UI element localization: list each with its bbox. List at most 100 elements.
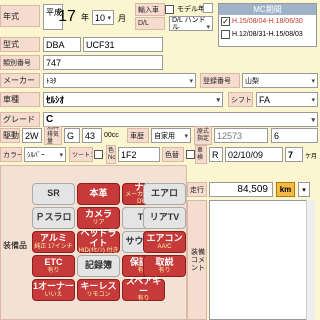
equipment-toggle-18[interactable]: キーレス リモコン xyxy=(77,279,120,301)
shift-label: シフト xyxy=(228,92,253,107)
model-year-label: モデル年 xyxy=(177,6,205,13)
equipment-toggle-14[interactable]: 記録簿 xyxy=(77,255,120,277)
mc-checkbox-1[interactable]: ✓ xyxy=(221,17,230,26)
equipment-toggle-5[interactable]: Ｐスラロ xyxy=(32,207,75,229)
frame-input[interactable]: 12573 xyxy=(214,128,268,143)
equipment-toggle-13[interactable]: ETC 有り xyxy=(32,255,75,277)
equipment-toggle-8[interactable]: リアTV xyxy=(143,207,186,229)
car-name-label: 車種 xyxy=(0,92,40,107)
frame-label: 原式 指定 xyxy=(194,126,212,145)
equipment-toggle-sub: HID(ｷｾﾉﾝ) 付き xyxy=(78,248,119,255)
color-no-input[interactable]: 1F2 xyxy=(118,147,160,162)
equipment-toggle-label: ヘッドライト xyxy=(80,228,117,248)
equipment-toggle-sub: 有り xyxy=(137,296,150,303)
year-value[interactable]: 17 xyxy=(56,6,78,28)
displacement-input[interactable]: 43 xyxy=(82,128,102,143)
equipment-toggle-sub: リア xyxy=(92,219,105,226)
month-unit: 月 xyxy=(118,14,126,23)
equipment-toggle-10[interactable]: ヘッドライト HID(ｷｾﾉﾝ) 付き xyxy=(77,228,120,255)
drive-label: 駆動 xyxy=(0,128,20,143)
drive-select[interactable]: D/L ハンドル xyxy=(169,16,213,31)
class-number-input[interactable]: 747 xyxy=(43,55,163,70)
usage-label: 車歴 xyxy=(127,128,149,143)
period-unit: ケ月 xyxy=(305,154,318,160)
mileage-input[interactable]: 84,509 xyxy=(209,182,273,197)
equipment-toggle-label: アルミ xyxy=(40,233,67,244)
fuel-displacement-label: 燃料 排気量 xyxy=(44,126,62,145)
color-change-checkbox[interactable] xyxy=(186,150,195,159)
maker-select[interactable]: ﾄﾖﾀ xyxy=(43,73,196,88)
equipment-comment-label: 装備 コメント xyxy=(187,200,207,320)
equipment-toggle-sub: リモコン xyxy=(86,291,111,298)
color-no-label: 色 No xyxy=(106,145,116,164)
month-select[interactable]: 10 xyxy=(92,10,114,25)
year-unit: 年 xyxy=(81,13,89,22)
two-tone-label: ツートン xyxy=(69,147,93,162)
mc-checkbox-2[interactable] xyxy=(221,30,230,39)
maker-label: メーカー xyxy=(0,73,40,88)
two-tone-checkbox[interactable] xyxy=(94,150,103,159)
equipment-toggle-sub: いいえ xyxy=(44,291,63,298)
mc-item-2[interactable]: H.12/08/31-H.15/08/03 xyxy=(219,29,316,40)
equipment-toggle-label: リアTV xyxy=(149,212,180,223)
equipment-toggle-label: 記録簿 xyxy=(84,260,112,271)
imported-checkbox[interactable] xyxy=(165,5,174,14)
model-label: 型式 xyxy=(0,37,40,52)
car-name-select[interactable]: ｾﾙｼｵ xyxy=(43,92,223,107)
equipment-toggle-label: カメラ xyxy=(84,209,112,220)
fuel-input[interactable]: G xyxy=(64,128,80,143)
grade-select[interactable]: C xyxy=(43,112,318,127)
km-unit-button[interactable]: km xyxy=(276,182,295,197)
registration-select[interactable]: 山梨 xyxy=(242,73,318,88)
equipment-toggle-label: ETC xyxy=(44,257,63,268)
equipment-toggle-label: SR xyxy=(47,188,60,199)
mileage-dropdown[interactable]: ▾ xyxy=(298,182,310,197)
equipment-toggle-4[interactable]: エアロ xyxy=(143,183,186,205)
equipment-toggle-12[interactable]: エアコン AA/C xyxy=(143,231,186,253)
equipment-toggle-9[interactable]: アルミ 純正 17インチ xyxy=(32,231,75,253)
shift-select[interactable]: FA xyxy=(256,92,318,107)
drive-side-label: D/L xyxy=(135,17,165,30)
equipment-comment-textarea[interactable] xyxy=(209,200,315,320)
equipment-toggle-label: 取説 xyxy=(155,257,174,268)
mc-item-1[interactable]: ✓ H.15/08/04-H.18/06/30 xyxy=(219,16,316,27)
equipment-toggle-6[interactable]: カメラ リア xyxy=(77,207,120,229)
equipment-toggle-label: エアコン xyxy=(146,233,183,244)
equipment-toggle-sub: 純正 17インチ xyxy=(34,243,73,250)
period-input[interactable]: 7 xyxy=(285,147,303,162)
inspection-label: 車検 xyxy=(195,145,207,164)
equipment-toggle-label: キーレス xyxy=(80,281,117,292)
drive-input[interactable]: 2W xyxy=(22,128,42,143)
equipment-label: 装備品 xyxy=(3,241,27,250)
equipment-toggle-2[interactable]: 本革 xyxy=(77,183,120,205)
equipment-toggle-sub: 有り xyxy=(158,267,171,274)
equipment-toggle-label: Ｐスラロ xyxy=(35,212,72,223)
color-select[interactable]: ｼﾙﾊﾞｰ xyxy=(24,147,66,162)
year-label: 年式 xyxy=(0,5,40,27)
usage-select[interactable]: 自家用 xyxy=(151,128,191,143)
equipment-toggle-label: スペアキー xyxy=(125,276,162,296)
equipment-toggle-sub: 有り xyxy=(47,267,60,274)
frame-number-input[interactable]: 6 xyxy=(271,128,318,143)
grade-label: グレード xyxy=(0,112,40,127)
inspection-date-input[interactable]: 02/10/09 xyxy=(225,147,283,162)
equipment-toggle-label: エアロ xyxy=(150,188,178,199)
registration-label: 登録番号 xyxy=(200,73,240,88)
mileage-label: 走行 xyxy=(187,182,207,197)
model-prefix-input[interactable]: DBA xyxy=(43,37,81,52)
equipment-toggle-19[interactable]: スペアキー 有り xyxy=(122,276,165,303)
color-change-label: 色替 xyxy=(162,147,184,162)
equipment-toggle-16[interactable]: 取説 有り xyxy=(143,255,186,277)
equipment-toggle-label: 1オーナー xyxy=(33,281,75,292)
model-year-input[interactable] xyxy=(203,3,213,13)
cc-unit: 00cc xyxy=(104,132,119,139)
color-label: カラー xyxy=(0,147,22,162)
equipment-toggle-17[interactable]: 1オーナー いいえ xyxy=(32,279,75,301)
mc-period-title: MC期間 xyxy=(219,4,316,15)
imported-label: 輸入車 xyxy=(135,3,165,16)
equipment-toggle-label: 本革 xyxy=(89,188,108,199)
model-code-input[interactable]: UCF31 xyxy=(83,37,163,52)
comment-scrollbar[interactable] xyxy=(306,200,315,320)
equipment-toggle-1[interactable]: SR xyxy=(32,183,75,205)
inspection-era[interactable]: R xyxy=(209,147,223,162)
